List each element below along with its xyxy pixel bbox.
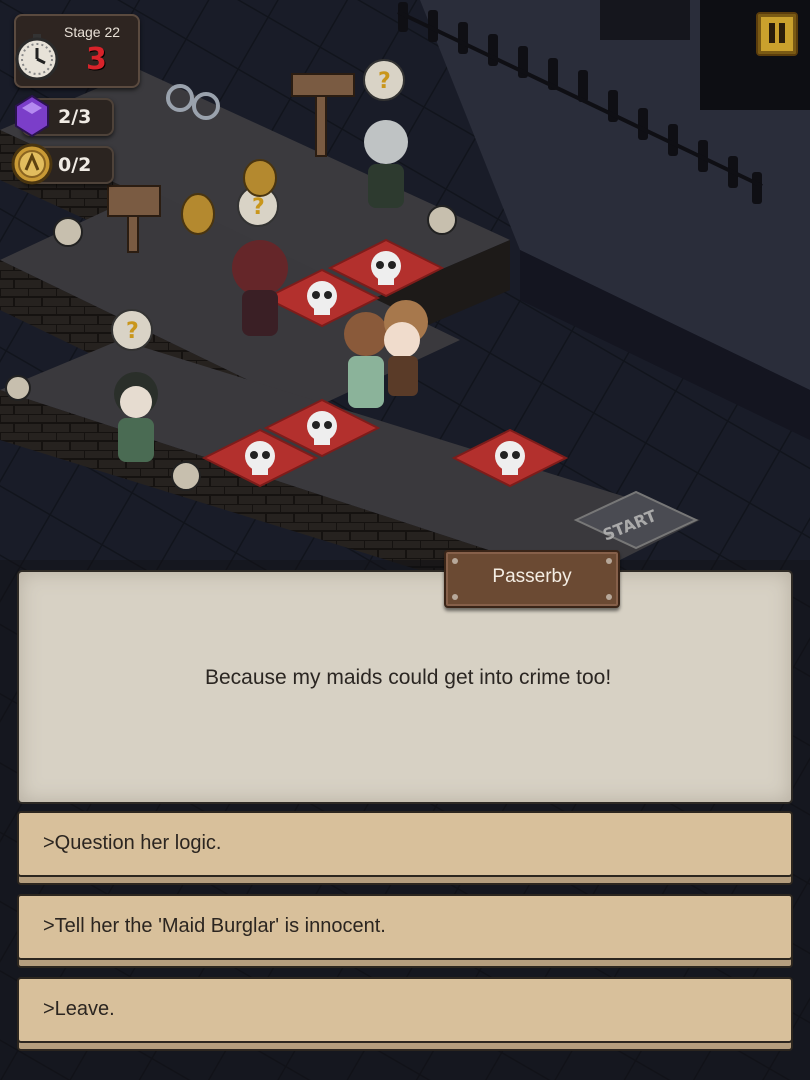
- stage-panel: Stage 22 3: [14, 14, 140, 88]
- speaker-name: Passerby: [492, 566, 572, 587]
- choice-label: >Leave.: [43, 998, 115, 1020]
- character-maid: [344, 312, 388, 408]
- gem-counter: 2/3: [15, 94, 114, 138]
- choice-question-logic[interactable]: >Question her logic.: [19, 813, 791, 875]
- choice-label: >Question her logic.: [43, 832, 222, 854]
- choice-leave[interactable]: >Leave.: [19, 979, 791, 1041]
- stopwatch-icon: [15, 34, 59, 80]
- choice-maid-burglar-innocent[interactable]: >Tell her the 'Maid Burglar' is innocent…: [19, 896, 791, 958]
- pause-button[interactable]: [756, 12, 798, 56]
- gem-count: 2/3: [58, 106, 92, 128]
- speaker-nameplate: Passerby: [444, 550, 620, 608]
- dialog-text: Because my maids could get into crime to…: [205, 666, 612, 689]
- stage-label: Stage 22: [64, 24, 121, 40]
- purple-gem-icon: [15, 94, 49, 138]
- svg-text:?: ?: [126, 319, 139, 344]
- gold-coin-icon: [11, 143, 53, 185]
- choice-label: >Tell her the 'Maid Burglar' is innocent…: [43, 915, 386, 937]
- pause-icon: [769, 23, 775, 43]
- moves-remaining: 3: [86, 42, 107, 77]
- svg-text:?: ?: [378, 69, 391, 94]
- coin-counter: 0/2: [11, 143, 114, 185]
- coin-count: 0/2: [58, 154, 92, 176]
- svg-text:?: ?: [252, 195, 265, 220]
